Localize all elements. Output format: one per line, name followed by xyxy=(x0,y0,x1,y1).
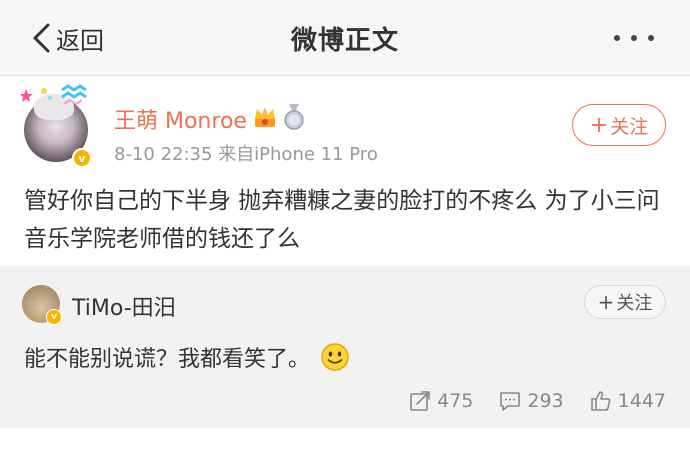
retweet-card[interactable]: v TiMo-田汨 + 关注 能不能别说谎？我都看笑了。 475 293 144… xyxy=(0,266,690,428)
more-dots-icon[interactable] xyxy=(614,26,654,50)
repost-count: 475 xyxy=(437,390,474,412)
bottom-area xyxy=(0,428,690,456)
like-icon xyxy=(590,391,611,411)
comment-button[interactable]: 293 xyxy=(499,390,564,412)
comment-icon xyxy=(500,392,521,411)
weibo-post: v 王萌 Monroe 8-10 22:35 来自iPhone 11 Pro +… xyxy=(0,76,690,266)
follow-button[interactable]: + 关注 xyxy=(572,104,666,146)
retweet-text-row: 能不能别说谎？我都看笑了。 xyxy=(24,341,350,373)
retweet-text: 能不能别说谎？我都看笑了。 xyxy=(24,347,311,372)
post-meta: 8-10 22:35 来自iPhone 11 Pro xyxy=(114,144,378,165)
retweet-follow-label: 关注 xyxy=(616,293,653,314)
crown-icon xyxy=(255,107,275,127)
repost-button[interactable]: 475 xyxy=(409,390,473,412)
medal-icon xyxy=(284,104,304,130)
smile-emoji-icon xyxy=(321,343,349,371)
repost-icon xyxy=(410,391,430,411)
plus-icon: + xyxy=(597,290,615,314)
follow-label: 关注 xyxy=(610,115,649,138)
retweet-avatar[interactable]: v xyxy=(22,285,62,325)
verified-icon: v xyxy=(72,148,92,168)
avatar-decoration-icon xyxy=(20,84,87,106)
verified-icon: v xyxy=(46,309,62,325)
page-title: 微博正文 xyxy=(290,26,399,56)
avatar[interactable]: v xyxy=(20,84,94,168)
like-count: 1447 xyxy=(617,390,666,412)
post-author-name[interactable]: 王萌 Monroe xyxy=(114,103,247,135)
navbar: 返回 微博正文 xyxy=(0,0,690,76)
post-text: 管好你自己的下半身 抛弃糟糠之妻的脸打的不疼么 为了小三问音乐学院老师借的钱还了… xyxy=(24,188,660,252)
retweet-follow-button[interactable]: + 关注 xyxy=(584,285,666,319)
like-button[interactable]: 1447 xyxy=(590,390,666,412)
retweet-author-name[interactable]: TiMo-田汨 xyxy=(72,290,176,322)
comment-count: 293 xyxy=(527,390,564,412)
plus-icon: + xyxy=(589,112,609,138)
retweet-stats: 475 293 1447 xyxy=(383,390,666,412)
